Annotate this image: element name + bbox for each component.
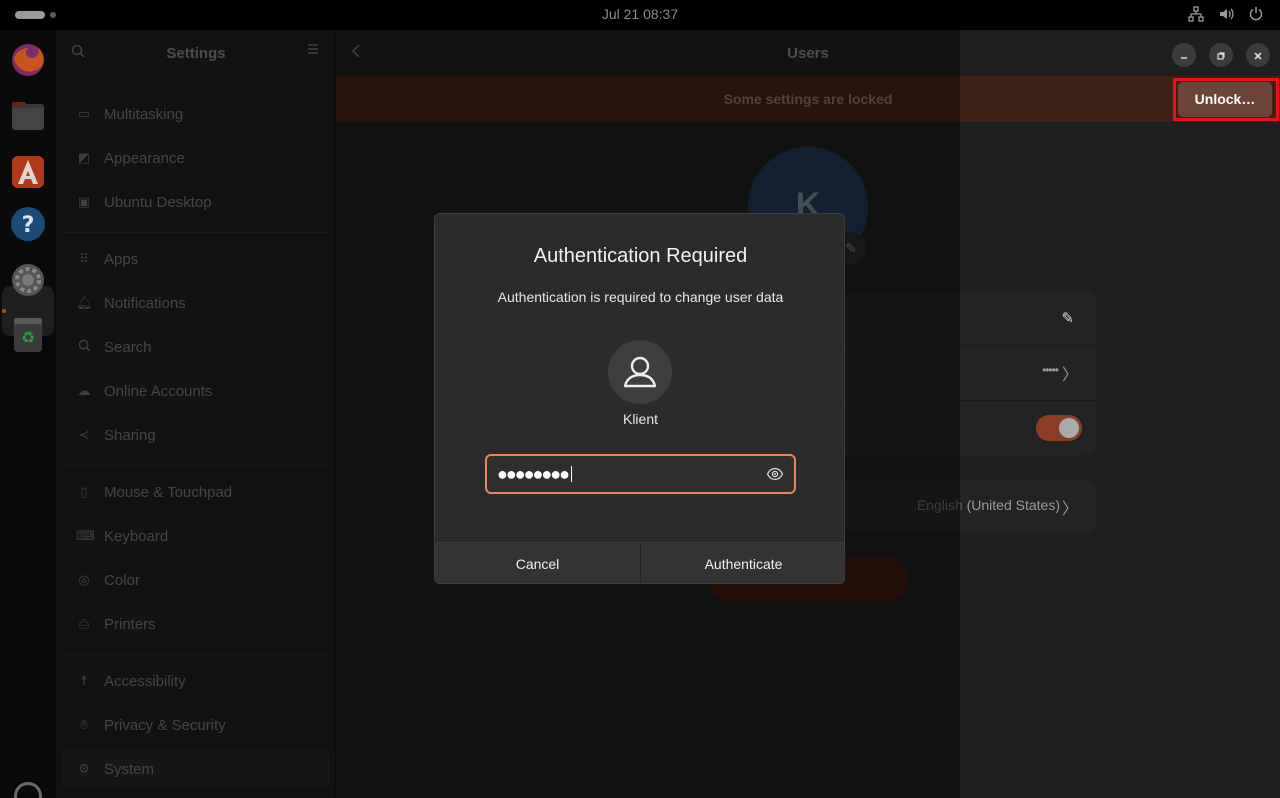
sidebar-item-system[interactable]: ⚙ System [62, 750, 330, 788]
volume-icon[interactable] [1218, 6, 1234, 22]
sidebar-title: Settings [166, 45, 226, 62]
svg-text:?: ? [22, 213, 35, 238]
ubuntu-logo-icon[interactable] [14, 782, 42, 798]
sidebar-item-printers[interactable]: ⎙ Printers [62, 605, 330, 643]
sidebar-item-sharing[interactable]: ≺ Sharing [62, 416, 330, 454]
sidebar-item-keyboard[interactable]: ⌨ Keyboard [62, 517, 330, 555]
minimize-button[interactable] [1172, 43, 1196, 67]
sidebar-item-apps[interactable]: ⠿ Apps [62, 240, 330, 278]
sidebar-item-label: Privacy & Security [104, 716, 226, 734]
sidebar-item-accessibility[interactable]: ☨ Accessibility [62, 662, 330, 700]
power-icon[interactable] [1248, 6, 1264, 22]
sidebar-header: Settings [56, 30, 336, 76]
sidebar-item-label: Mouse & Touchpad [104, 483, 233, 501]
infobar-message: Some settings are locked [723, 91, 893, 107]
menu-icon[interactable] [306, 42, 322, 58]
app-center-icon[interactable] [10, 154, 46, 190]
sidebar-item-online-accounts[interactable]: ☁ Online Accounts [62, 372, 330, 410]
cancel-button[interactable]: Cancel [435, 543, 640, 583]
authentication-dialog: Authentication Required Authentication i… [434, 213, 845, 584]
sidebar-item-mouse-touchpad[interactable]: ▯ Mouse & Touchpad [62, 473, 330, 511]
gear-icon: ⚙ [78, 761, 90, 776]
sidebar-item-label: Online Accounts [104, 382, 213, 400]
svg-text:♻: ♻ [21, 328, 35, 347]
dialog-title: Authentication Required [533, 245, 748, 267]
sidebar-separator [62, 654, 330, 655]
hand-icon: ✋︎ [80, 717, 88, 732]
authenticate-button[interactable]: Authenticate [640, 543, 844, 583]
language-value: English (United States) [916, 497, 1060, 513]
sidebar-item-notifications[interactable]: 🔔︎ Notifications [62, 284, 330, 322]
printer-icon: ⎙ [78, 616, 90, 631]
show-password-eye-icon[interactable] [766, 465, 784, 483]
firefox-icon[interactable] [10, 42, 46, 78]
multitasking-icon: ▭ [77, 106, 91, 121]
dialog-buttons: Cancel Authenticate [435, 542, 844, 583]
network-icon[interactable] [1188, 6, 1204, 22]
edit-pencil-icon[interactable]: ✎ [1061, 309, 1074, 327]
accessibility-icon: ☨ [80, 673, 88, 688]
sidebar-item-label: Multitasking [104, 105, 184, 123]
sidebar-item-label: Search [104, 338, 152, 356]
sidebar-item-label: Accessibility [104, 672, 186, 690]
top-bar: Jul 21 08:37 [0, 0, 1280, 30]
mouse-icon: ▯ [80, 484, 88, 499]
help-icon[interactable]: ? [10, 206, 46, 242]
dialog-subtitle: Authentication is required to change use… [497, 289, 784, 305]
running-indicator [2, 309, 6, 313]
sidebar-item-appearance[interactable]: ◩ Appearance [62, 139, 330, 177]
cloud-icon: ☁ [77, 383, 91, 398]
sidebar-item-label: Sharing [104, 426, 156, 444]
chevron-right-icon: 〉 [1061, 367, 1078, 384]
chevron-right-icon: 〉 [1061, 501, 1078, 518]
sidebar-item-ubuntu-desktop[interactable]: ▣ Ubuntu Desktop [62, 183, 330, 221]
sidebar-separator [62, 465, 330, 466]
bell-icon: 🔔︎ [76, 295, 93, 310]
maximize-button[interactable] [1209, 43, 1233, 67]
sidebar-item-label: Appearance [104, 149, 185, 167]
password-input[interactable]: ●●●●●●●● [485, 454, 796, 494]
password-dots: ••••• [1041, 363, 1059, 377]
keyboard-icon: ⌨ [76, 528, 95, 543]
dock: ? ♻ [0, 30, 56, 798]
files-icon[interactable] [10, 98, 46, 134]
search-icon [76, 339, 92, 355]
trash-icon[interactable]: ♻ [10, 316, 46, 352]
sidebar-item-multitasking[interactable]: ▭ Multitasking [62, 95, 330, 133]
sidebar-item-label: Ubuntu Desktop [104, 193, 212, 211]
ubuntu-desktop-icon: ▣ [77, 194, 91, 209]
share-icon: ≺ [78, 427, 90, 442]
locked-infobar: Some settings are locked [336, 76, 1280, 122]
sidebar-item-label: Apps [104, 250, 139, 268]
appearance-icon: ◩ [77, 150, 91, 165]
sidebar-separator [62, 232, 330, 233]
sidebar-item-label: System [104, 760, 155, 778]
sidebar-item-privacy-security[interactable]: ✋︎ Privacy & Security [62, 706, 330, 744]
apps-icon: ⠿ [79, 251, 89, 266]
system-tray[interactable] [1188, 6, 1264, 22]
password-value: ●●●●●●●● [497, 464, 572, 485]
content-header: Users [336, 30, 1280, 76]
sidebar-item-color[interactable]: ◎ Color [62, 561, 330, 599]
settings-icon[interactable] [10, 262, 46, 298]
dialog-username: Klient [622, 411, 659, 427]
sidebar-item-search[interactable]: Search [62, 328, 330, 366]
sidebar-item-label: Color [104, 571, 140, 589]
unlock-button[interactable]: Unlock… [1178, 82, 1272, 117]
sidebar-item-label: Printers [104, 615, 156, 633]
color-icon: ◎ [78, 572, 90, 587]
autologin-toggle[interactable] [1036, 415, 1082, 441]
sidebar-item-label: Keyboard [104, 527, 169, 545]
sidebar-item-label: Notifications [104, 294, 186, 312]
close-button[interactable] [1246, 43, 1270, 67]
page-title: Users [787, 45, 829, 62]
user-icon [608, 340, 672, 404]
settings-sidebar: Settings ▭ Multitasking ◩ Appearance ▣ U… [56, 30, 336, 798]
clock[interactable]: Jul 21 08:37 [0, 6, 1280, 22]
